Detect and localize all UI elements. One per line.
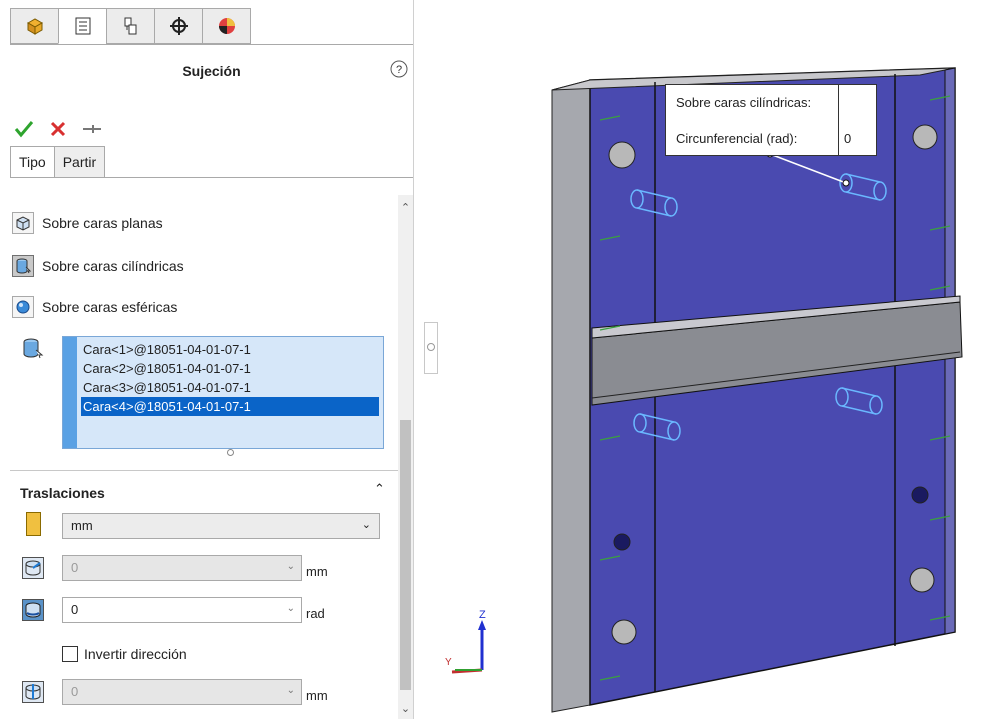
selection-box-accent [63, 337, 77, 448]
triad-y-label: Y [445, 657, 452, 668]
callout-row2-value[interactable]: 0 [844, 131, 851, 146]
axial-unit: mm [306, 688, 328, 703]
pin-icon[interactable] [82, 122, 102, 136]
property-manager-tab[interactable] [58, 8, 107, 44]
list-item-face[interactable]: Cara<2>@18051-04-01-07-1 [81, 359, 379, 378]
circumferential-value: 0 [71, 602, 79, 617]
invert-direction-checkbox[interactable]: Invertir dirección [62, 646, 187, 662]
type-tabs: Tipo Partir [10, 146, 106, 178]
faces-selection-list[interactable]: Cara<1>@18051-04-01-07-1 Cara<2>@18051-0… [62, 336, 384, 449]
feature-manager-icon [26, 18, 43, 35]
scroll-down-icon[interactable]: ⌄ [398, 702, 413, 715]
list-item-face[interactable]: Cara<3>@18051-04-01-07-1 [81, 378, 379, 397]
tab-partir[interactable]: Partir [53, 146, 106, 178]
selected-faces-icon [22, 338, 44, 363]
checkbox-box[interactable] [62, 646, 78, 662]
cylinder-face-icon [12, 255, 34, 277]
triad-z-label: Z [479, 609, 486, 621]
ok-check-icon[interactable] [14, 120, 34, 138]
panel-title: Sujeción [182, 63, 241, 79]
svg-text:?: ? [396, 64, 402, 76]
tab-divider [10, 177, 413, 178]
scroll-thumb[interactable] [400, 420, 411, 690]
fixture-callout[interactable]: Sobre caras cilíndricas: Circunferencial… [665, 84, 877, 156]
axis-triad: Z Y [445, 609, 486, 674]
feature-manager-tab[interactable] [10, 8, 59, 44]
axial-value-input[interactable]: 0 ⌄ [62, 679, 302, 705]
display-manager-tab[interactable] [202, 8, 251, 44]
circumferential-value-input[interactable]: 0 ⌄ [62, 597, 302, 623]
property-panel: Sujeción ? Tipo Partir Sobre caras plana… [0, 0, 414, 719]
circumferential-unit: rad [306, 606, 325, 621]
callout-row2-label: Circunferencial (rad): [676, 131, 798, 146]
chevron-down-icon: ⌄ [361, 519, 371, 531]
configuration-manager-icon [124, 17, 136, 35]
chevron-down-icon: ⌄ [286, 603, 295, 614]
chevron-down-icon: ⌄ [286, 561, 295, 572]
cube-face-icon [12, 212, 34, 234]
dimxpert-tab[interactable] [154, 8, 203, 44]
option-spherical-faces[interactable]: Sobre caras esféricas [12, 296, 177, 318]
callout-row1-label: Sobre caras cilíndricas: [676, 95, 812, 110]
radial-value-input[interactable]: 0 ⌄ [62, 555, 302, 581]
panel-splitter[interactable] [424, 322, 438, 374]
list-item-face[interactable]: Cara<1>@18051-04-01-07-1 [81, 340, 379, 359]
manager-tabs [10, 8, 251, 44]
axial-value: 0 [71, 684, 79, 699]
panel-scrollbar[interactable]: ⌃ ⌄ [398, 195, 413, 719]
circumferential-icon[interactable] [22, 599, 44, 621]
action-buttons [14, 120, 102, 138]
option-cylindrical-label: Sobre caras cilíndricas [42, 258, 184, 274]
panel-header: Sujeción ? [10, 44, 413, 101]
option-spherical-label: Sobre caras esféricas [42, 299, 178, 315]
translations-section: Traslaciones ⌃ [10, 470, 398, 501]
collapse-icon[interactable]: ⌃ [374, 481, 385, 497]
option-cylindrical-faces[interactable]: Sobre caras cilíndricas [12, 255, 184, 277]
resize-handle[interactable] [227, 449, 234, 456]
unit-select-value: mm [71, 518, 93, 533]
radial-unit: mm [306, 564, 328, 579]
callout-divider [838, 85, 839, 155]
display-manager-icon [218, 18, 235, 34]
translations-heading: Traslaciones [20, 485, 105, 501]
tab-tipo[interactable]: Tipo [10, 146, 55, 178]
chevron-down-icon: ⌄ [286, 685, 295, 696]
sphere-face-icon [12, 296, 34, 318]
radial-translation-icon[interactable] [22, 557, 44, 579]
radial-value: 0 [71, 560, 79, 575]
invert-direction-label: Invertir dirección [84, 646, 187, 662]
list-item-face-selected[interactable]: Cara<4>@18051-04-01-07-1 [81, 397, 379, 416]
scroll-up-icon[interactable]: ⌃ [398, 201, 413, 214]
help-icon[interactable]: ? [390, 60, 408, 81]
configuration-manager-tab[interactable] [106, 8, 155, 44]
property-manager-icon [75, 17, 90, 35]
option-flat-faces[interactable]: Sobre caras planas [12, 212, 163, 234]
dimxpert-icon [169, 17, 188, 35]
option-flat-label: Sobre caras planas [42, 215, 163, 231]
cancel-x-icon[interactable] [50, 121, 66, 137]
axial-translation-icon[interactable] [22, 681, 44, 703]
ruler-icon [26, 512, 41, 536]
unit-select[interactable]: mm ⌄ [62, 513, 380, 539]
